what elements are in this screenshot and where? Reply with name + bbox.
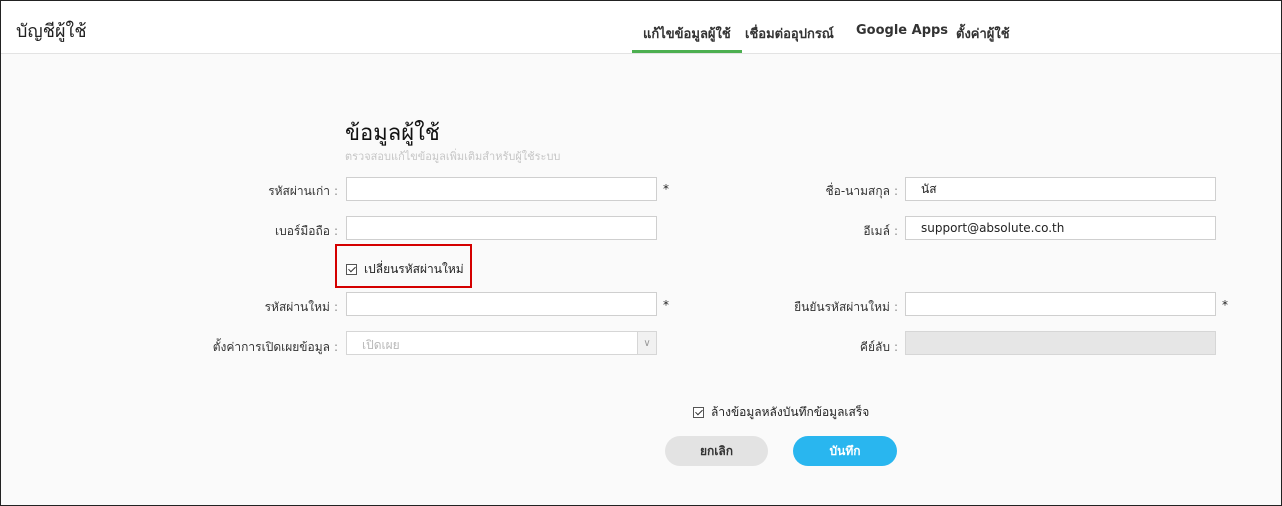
checkbox-checked-icon — [693, 407, 704, 418]
privacy-selected-value: เปิดเผย — [362, 338, 400, 352]
form-subtitle: ตรวจสอบแก้ไขข้อมูลเพิ่มเติมสำหรับผู้ใช้ร… — [345, 150, 561, 163]
change-password-checkbox[interactable]: เปลี่ยนรหัสผ่านใหม่ — [346, 260, 464, 279]
email-input[interactable] — [905, 216, 1216, 240]
save-button[interactable]: บันทึก — [793, 436, 897, 466]
tab-google-apps[interactable]: Google Apps — [856, 23, 948, 38]
top-nav-bar: บัญชีผู้ใช้ แก้ไขข้อมูลผู้ใช้ เชื่อมต่ออ… — [1, 1, 1281, 54]
tab-user-settings[interactable]: ตั้งค่าผู้ใช้ — [956, 23, 1010, 44]
clear-after-save-label: ล้างข้อมูลหลังบันทึกข้อมูลเสร็จ — [711, 405, 870, 419]
change-password-label: เปลี่ยนรหัสผ่านใหม่ — [364, 262, 464, 276]
cancel-button[interactable]: ยกเลิก — [665, 436, 768, 466]
chevron-down-icon[interactable]: ∨ — [637, 332, 656, 354]
old-password-label: รหัสผ่านเก่า: — [268, 184, 338, 198]
required-mark: * — [663, 182, 669, 196]
privacy-label: ตั้งค่าการเปิดเผยข้อมูล: — [212, 340, 338, 354]
required-mark: * — [663, 298, 669, 312]
form-title: ข้อมูลผู้ใช้ — [345, 121, 440, 146]
page-title: บัญชีผู้ใช้ — [16, 21, 87, 42]
new-password-input[interactable] — [346, 292, 657, 316]
required-mark: * — [1222, 298, 1228, 312]
mobile-input[interactable] — [346, 216, 657, 240]
tab-edit-user[interactable]: แก้ไขข้อมูลผู้ใช้ — [632, 23, 742, 53]
checkbox-checked-icon — [346, 264, 357, 275]
confirm-password-input[interactable] — [905, 292, 1216, 316]
confirm-password-label: ยืนยันรหัสผ่านใหม่: — [794, 300, 898, 314]
new-password-label: รหัสผ่านใหม่: — [264, 300, 338, 314]
email-label: อีเมล์: — [863, 224, 898, 238]
full-name-label: ชื่อ-นามสกุล: — [825, 184, 898, 198]
privacy-select[interactable]: เปิดเผย ∨ — [346, 331, 657, 355]
tab-connect-device[interactable]: เชื่อมต่ออุปกรณ์ — [745, 23, 834, 44]
secret-key-input — [905, 331, 1216, 355]
old-password-input[interactable] — [346, 177, 657, 201]
mobile-label: เบอร์มือถือ: — [274, 224, 338, 238]
full-name-input[interactable] — [905, 177, 1216, 201]
app-window: บัญชีผู้ใช้ แก้ไขข้อมูลผู้ใช้ เชื่อมต่ออ… — [0, 0, 1282, 506]
secret-key-label: คีย์ลับ: — [859, 340, 898, 354]
clear-after-save-checkbox[interactable]: ล้างข้อมูลหลังบันทึกข้อมูลเสร็จ — [693, 403, 869, 422]
